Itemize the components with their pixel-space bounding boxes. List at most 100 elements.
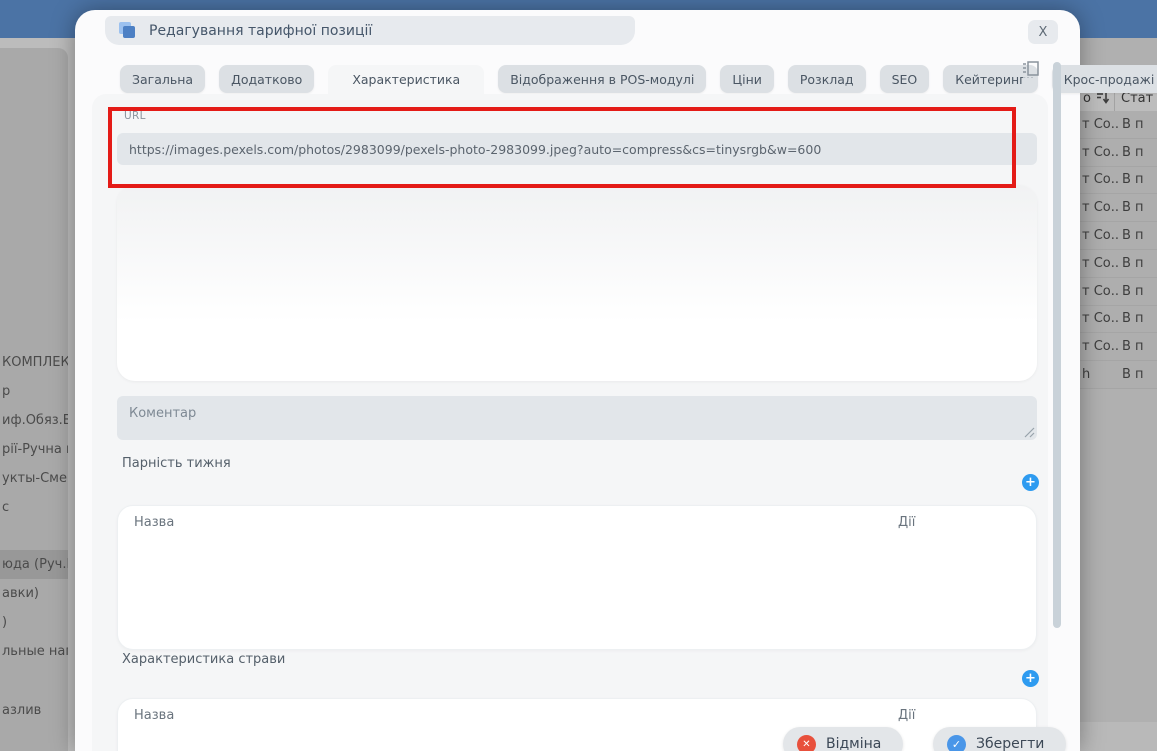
table-row[interactable]: т Со... В п	[1080, 139, 1157, 167]
name-column-header: Назва	[134, 515, 174, 530]
save-icon: ✓	[947, 735, 966, 751]
row-status-cell: В п	[1120, 172, 1144, 187]
sidebar-item[interactable]: авки)	[0, 579, 68, 608]
row-name-cell: т Со...	[1080, 172, 1120, 187]
row-status-cell: В п	[1120, 367, 1144, 382]
row-status-cell: В п	[1120, 145, 1144, 160]
tab[interactable]: Крос-продажі	[1052, 65, 1157, 93]
tab[interactable]: SEO	[880, 65, 930, 93]
actions-column-header: Дії	[898, 515, 915, 530]
sidebar-item[interactable]: рії-Ручна ц	[0, 435, 68, 464]
tab[interactable]: Розклад	[788, 65, 866, 93]
table-row[interactable]: т Со... В п	[1080, 194, 1157, 222]
table-row[interactable]: т Со... В п	[1080, 111, 1157, 139]
tab-label: Загальна	[132, 72, 193, 87]
tab[interactable]: Загальна	[120, 65, 205, 93]
row-status-cell: В п	[1120, 228, 1144, 243]
sidebar-item[interactable]: укты-Смен	[0, 464, 68, 493]
row-name-cell: т Со...	[1080, 284, 1120, 299]
row-status-cell: В п	[1120, 200, 1144, 215]
table-row[interactable]: т Со... В п	[1080, 306, 1157, 334]
sidebar-item[interactable]: иф.Обяз.Вв	[0, 406, 68, 435]
table-row[interactable]: т Со... В п	[1080, 222, 1157, 250]
row-status-cell: В п	[1120, 339, 1144, 354]
close-button[interactable]: X	[1028, 20, 1058, 44]
row-name-cell: т Со...	[1080, 311, 1120, 326]
comment-textarea[interactable]	[117, 396, 1037, 440]
tab-label: SEO	[892, 72, 918, 87]
sidebar-item[interactable]: КОМПЛЕК	[0, 348, 68, 377]
sidebar-item-label: р	[2, 384, 10, 399]
sidebar-item-label: рії-Ручна ц	[2, 442, 68, 457]
tab[interactable]: Відображення в POS-модулі	[498, 65, 706, 93]
background-table-rows: т Со... В п т Со... В п т Со... В п т Со…	[1080, 111, 1157, 389]
tab-label: Розклад	[800, 72, 854, 87]
save-button[interactable]: ✓ Зберегти	[933, 727, 1066, 751]
actions-column-header: Дії	[898, 708, 915, 723]
table-row[interactable]: h В п	[1080, 361, 1157, 389]
week-parity-label: Парність тижня	[122, 456, 231, 471]
url-field-label: URL	[124, 110, 146, 122]
tab-label: Характеристика	[352, 72, 460, 87]
tab-label: Відображення в POS-модулі	[510, 72, 694, 87]
tab[interactable]: Ціни	[720, 65, 773, 93]
table-row[interactable]: т Со... В п	[1080, 250, 1157, 278]
row-status-cell: В п	[1120, 311, 1144, 326]
save-button-label: Зберегти	[976, 736, 1044, 751]
sidebar-item-label: укты-Смен	[2, 471, 68, 486]
tab-bar: Загальна Додатково Характеристика Відобр…	[120, 65, 1157, 94]
tab[interactable]: Додатково	[219, 65, 314, 93]
row-status-cell: В п	[1120, 256, 1144, 271]
sidebar-item[interactable]: )	[0, 608, 68, 637]
week-parity-table-header: Назва Дії	[118, 506, 1036, 540]
sidebar-item-label: КОМПЛЕК	[2, 355, 68, 370]
cancel-icon: ✕	[797, 735, 816, 751]
dish-characteristics-label: Характеристика страви	[122, 652, 285, 667]
background-sidebar-list: КОМПЛЕК р иф.Обяз.Вв рії-Ручна ц укты-См…	[0, 348, 68, 725]
add-dish-characteristic-button[interactable]: +	[1022, 670, 1039, 687]
week-parity-table: Назва Дії	[117, 505, 1037, 650]
background-table-area: о Стат т Со... В п т Со... В п т Со... В…	[1080, 38, 1157, 751]
background-left-area: КОМПЛЕК р иф.Обяз.Вв рії-Ручна ц укты-См…	[0, 38, 75, 751]
name-column-header: Назва	[134, 708, 174, 723]
sidebar-item-label: с	[2, 500, 9, 515]
sidebar-item-label: )	[2, 615, 7, 630]
table-row[interactable]: т Со... В п	[1080, 278, 1157, 306]
sidebar-item-label: льные нап	[2, 644, 68, 659]
cancel-button-label: Відміна	[826, 736, 881, 751]
table-row[interactable]: т Со... В п	[1080, 167, 1157, 195]
row-name-cell: т Со...	[1080, 339, 1120, 354]
table-row[interactable]: т Со... В п	[1080, 333, 1157, 361]
sidebar-item-label: азлив	[2, 703, 41, 718]
url-input[interactable]	[117, 133, 1037, 165]
dish-icon	[119, 22, 137, 39]
cancel-button[interactable]: ✕ Відміна	[783, 727, 903, 751]
tab[interactable]: Характеристика	[328, 65, 484, 94]
modal-title: Редагування тарифної позиції	[149, 23, 372, 39]
add-week-parity-button[interactable]: +	[1022, 474, 1039, 491]
tab-label: Ціни	[732, 72, 761, 87]
row-status-cell: В п	[1120, 117, 1144, 132]
screen: КОМПЛЕК р иф.Обяз.Вв рії-Ручна ц укты-См…	[0, 0, 1157, 751]
sidebar-item[interactable]: с	[0, 493, 68, 522]
row-status-cell: В п	[1120, 284, 1144, 299]
tab-label: Додатково	[231, 72, 302, 87]
modal-title-bar: Редагування тарифної позиції	[105, 16, 635, 45]
tab-content-panel: URL Парність тижня + Назва Дії Характери…	[92, 94, 1048, 751]
image-preview-area	[117, 185, 1037, 381]
sidebar-item-label: юда (Руч.Ц	[2, 557, 68, 572]
duplicate-form-icon[interactable]	[1022, 60, 1040, 80]
tab-label: Кейтеринг	[955, 72, 1025, 87]
row-name-cell: т Со...	[1080, 200, 1120, 215]
sidebar-item[interactable]: льные нап	[0, 637, 68, 666]
sidebar-item[interactable]: азлив	[0, 696, 68, 725]
sidebar-item[interactable]: юда (Руч.Ц	[0, 550, 68, 579]
tab-label: Крос-продажі	[1064, 72, 1155, 87]
dish-characteristics-table-header: Назва Дії	[118, 699, 1036, 733]
sidebar-item[interactable]: р	[0, 377, 68, 406]
row-name-cell: т Со...	[1080, 145, 1120, 160]
edit-tariff-position-modal: Редагування тарифної позиції X Загальна …	[75, 10, 1080, 751]
modal-scrollbar[interactable]	[1053, 62, 1061, 628]
row-name-cell: т Со...	[1080, 228, 1120, 243]
background-bottom-band	[1080, 722, 1157, 751]
